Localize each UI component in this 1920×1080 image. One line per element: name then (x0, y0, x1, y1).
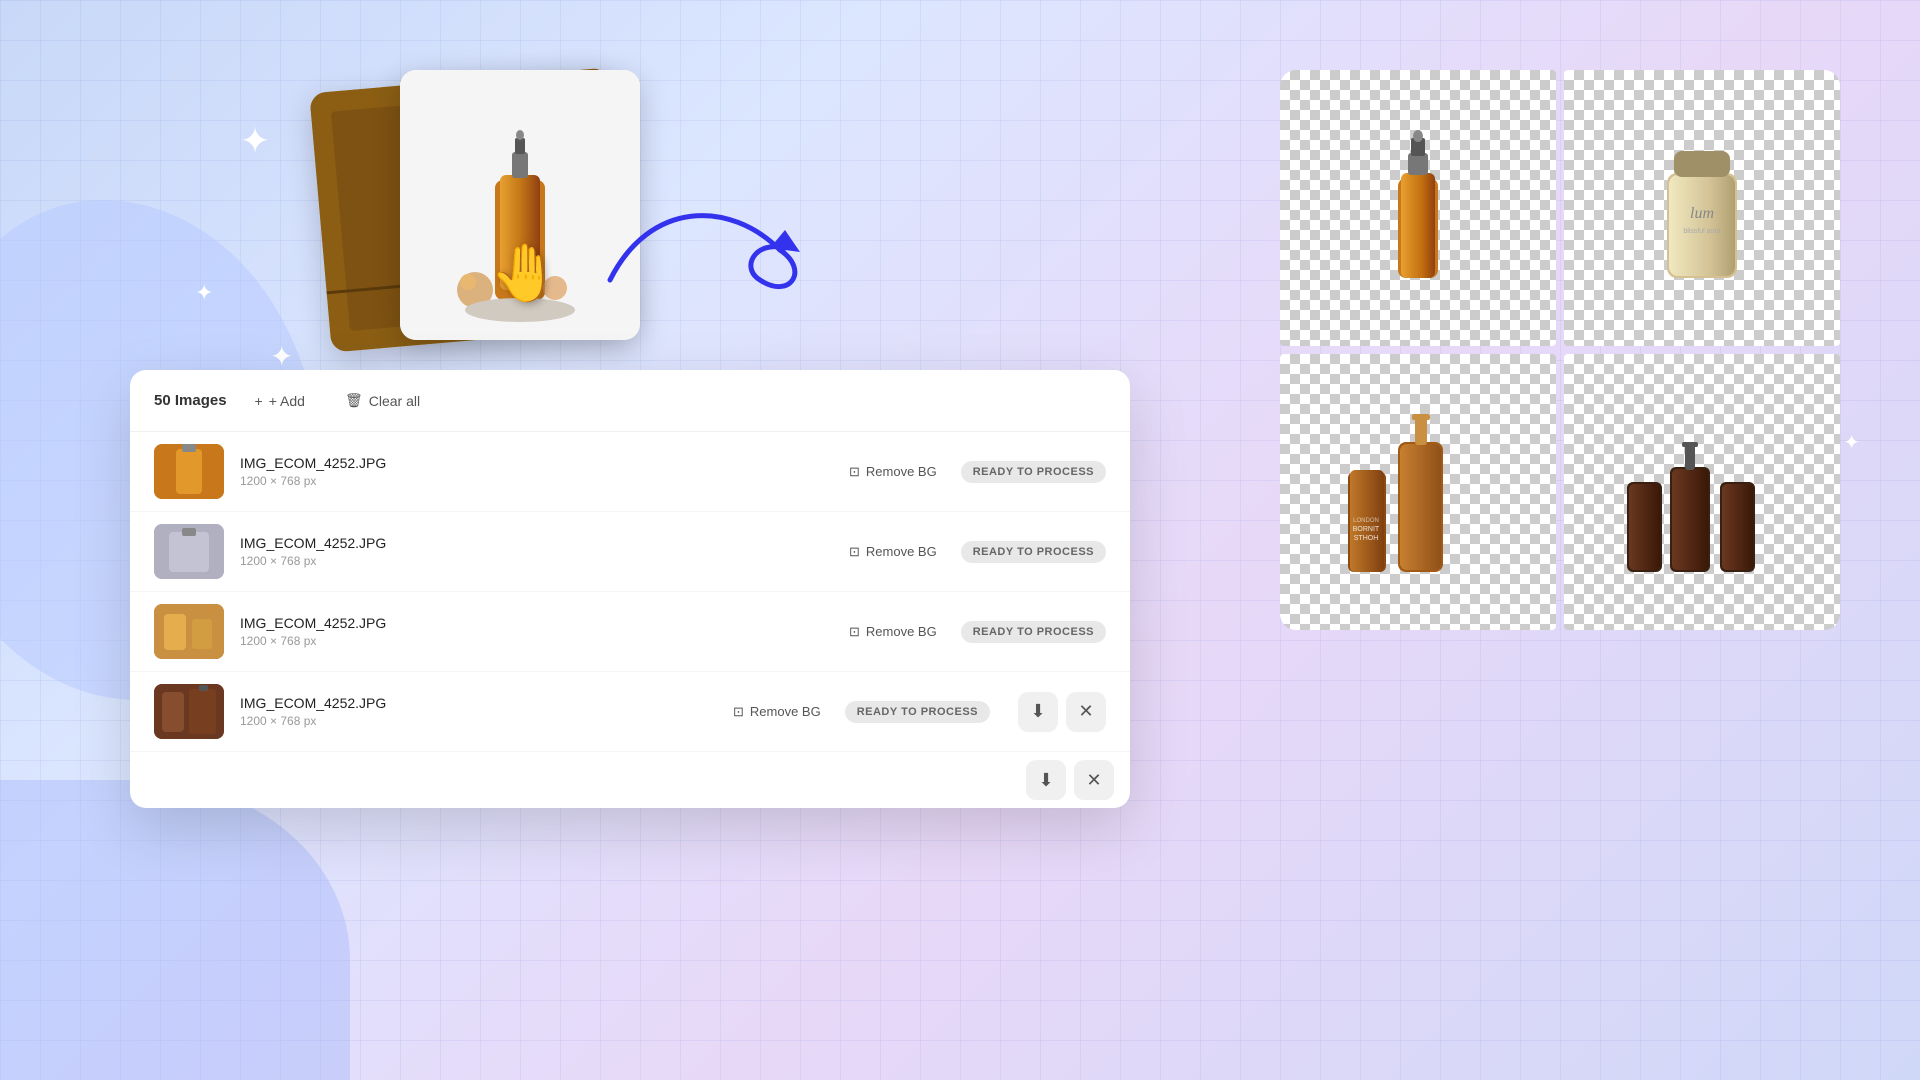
status-badge: READY TO PROCESS (845, 701, 990, 723)
remove-bg-icon: ⊡ (733, 704, 744, 720)
svg-text:BORNIT: BORNIT (1353, 526, 1380, 533)
file-info: IMG_ECOM_4252.JPG 1200 × 768 px (240, 615, 825, 648)
file-size: 1200 × 768 px (240, 474, 825, 488)
file-thumbnail (154, 524, 224, 579)
result-cell-1 (1280, 70, 1556, 346)
file-info: IMG_ECOM_4252.JPG 1200 × 768 px (240, 535, 825, 568)
image-count: 50 Images (154, 392, 227, 409)
file-panel-header: 50 Images + + Add 🗑 Clear all (130, 370, 1130, 432)
file-name: IMG_ECOM_4252.JPG (240, 695, 709, 711)
table-row: IMG_ECOM_4252.JPG 1200 × 768 px ⊡ Remove… (130, 672, 1130, 752)
file-thumbnail (154, 684, 224, 739)
download-button[interactable]: ⬇ (1018, 692, 1058, 732)
panel-close-button[interactable]: ✕ (1074, 760, 1114, 800)
results-grid: lum blissful aura LONDON BO (1280, 70, 1840, 630)
remove-bg-button[interactable]: ⊡ Remove BG (841, 620, 945, 644)
status-badge: READY TO PROCESS (961, 461, 1106, 483)
svg-text:lum: lum (1690, 205, 1714, 222)
remove-bg-label: Remove BG (866, 624, 937, 639)
close-button[interactable]: ✕ (1066, 692, 1106, 732)
remove-bg-label: Remove BG (866, 464, 937, 479)
result-cell-3: LONDON BORNIT STHOH (1280, 354, 1556, 630)
status-badge: READY TO PROCESS (961, 541, 1106, 563)
table-row: IMG_ECOM_4252.JPG 1200 × 768 px ⊡ Remove… (130, 432, 1130, 512)
file-name: IMG_ECOM_4252.JPG (240, 535, 825, 551)
file-info: IMG_ECOM_4252.JPG 1200 × 768 px (240, 455, 825, 488)
remove-bg-icon: ⊡ (849, 624, 860, 640)
remove-bg-icon: ⊡ (849, 544, 860, 560)
remove-bg-icon: ⊡ (849, 464, 860, 480)
add-button[interactable]: + + Add (243, 387, 317, 415)
file-name: IMG_ECOM_4252.JPG (240, 455, 825, 471)
file-thumbnail (154, 444, 224, 499)
hand-cursor-icon: 🤚 (490, 240, 560, 306)
file-size: 1200 × 768 px (240, 634, 825, 648)
result-cell-2: lum blissful aura (1564, 70, 1840, 346)
clear-label: Clear all (369, 393, 420, 409)
sparkle-1: ✦ (240, 120, 270, 162)
svg-text:STHOH: STHOH (1354, 535, 1379, 542)
sparkle-5: ✦ (1843, 430, 1860, 455)
remove-bg-label: Remove BG (866, 544, 937, 559)
remove-bg-button[interactable]: ⊡ Remove BG (841, 460, 945, 484)
remove-bg-button[interactable]: ⊡ Remove BG (841, 540, 945, 564)
plus-icon: + (255, 393, 263, 409)
panel-bottom-actions: ⬇ ✕ (130, 752, 1130, 808)
result-cell-4 (1564, 354, 1840, 630)
file-info: IMG_ECOM_4252.JPG 1200 × 768 px (240, 695, 709, 728)
remove-bg-label: Remove BG (750, 704, 821, 719)
svg-text:blissful aura: blissful aura (1683, 228, 1720, 235)
clear-all-button[interactable]: 🗑 Clear all (333, 386, 432, 415)
file-list: IMG_ECOM_4252.JPG 1200 × 768 px ⊡ Remove… (130, 432, 1130, 752)
file-name: IMG_ECOM_4252.JPG (240, 615, 825, 631)
trash-icon: 🗑 (345, 392, 363, 409)
sparkle-2: ✦ (195, 280, 213, 306)
file-thumbnail (154, 604, 224, 659)
panel-download-button[interactable]: ⬇ (1026, 760, 1066, 800)
file-panel: 50 Images + + Add 🗑 Clear all IMG_ECOM_4… (130, 370, 1130, 808)
add-label: + Add (269, 393, 305, 409)
remove-bg-button[interactable]: ⊡ Remove BG (725, 700, 829, 724)
file-size: 1200 × 768 px (240, 714, 709, 728)
sparkle-3: ✦ (270, 340, 293, 373)
table-row: IMG_ECOM_4252.JPG 1200 × 768 px ⊡ Remove… (130, 512, 1130, 592)
table-row: IMG_ECOM_4252.JPG 1200 × 768 px ⊡ Remove… (130, 592, 1130, 672)
download-icon: ⬇ (1038, 770, 1053, 791)
file-size: 1200 × 768 px (240, 554, 825, 568)
status-badge: READY TO PROCESS (961, 621, 1106, 643)
close-icon: ✕ (1086, 770, 1101, 791)
svg-text:LONDON: LONDON (1353, 518, 1379, 524)
arrow-graphic (590, 180, 810, 360)
